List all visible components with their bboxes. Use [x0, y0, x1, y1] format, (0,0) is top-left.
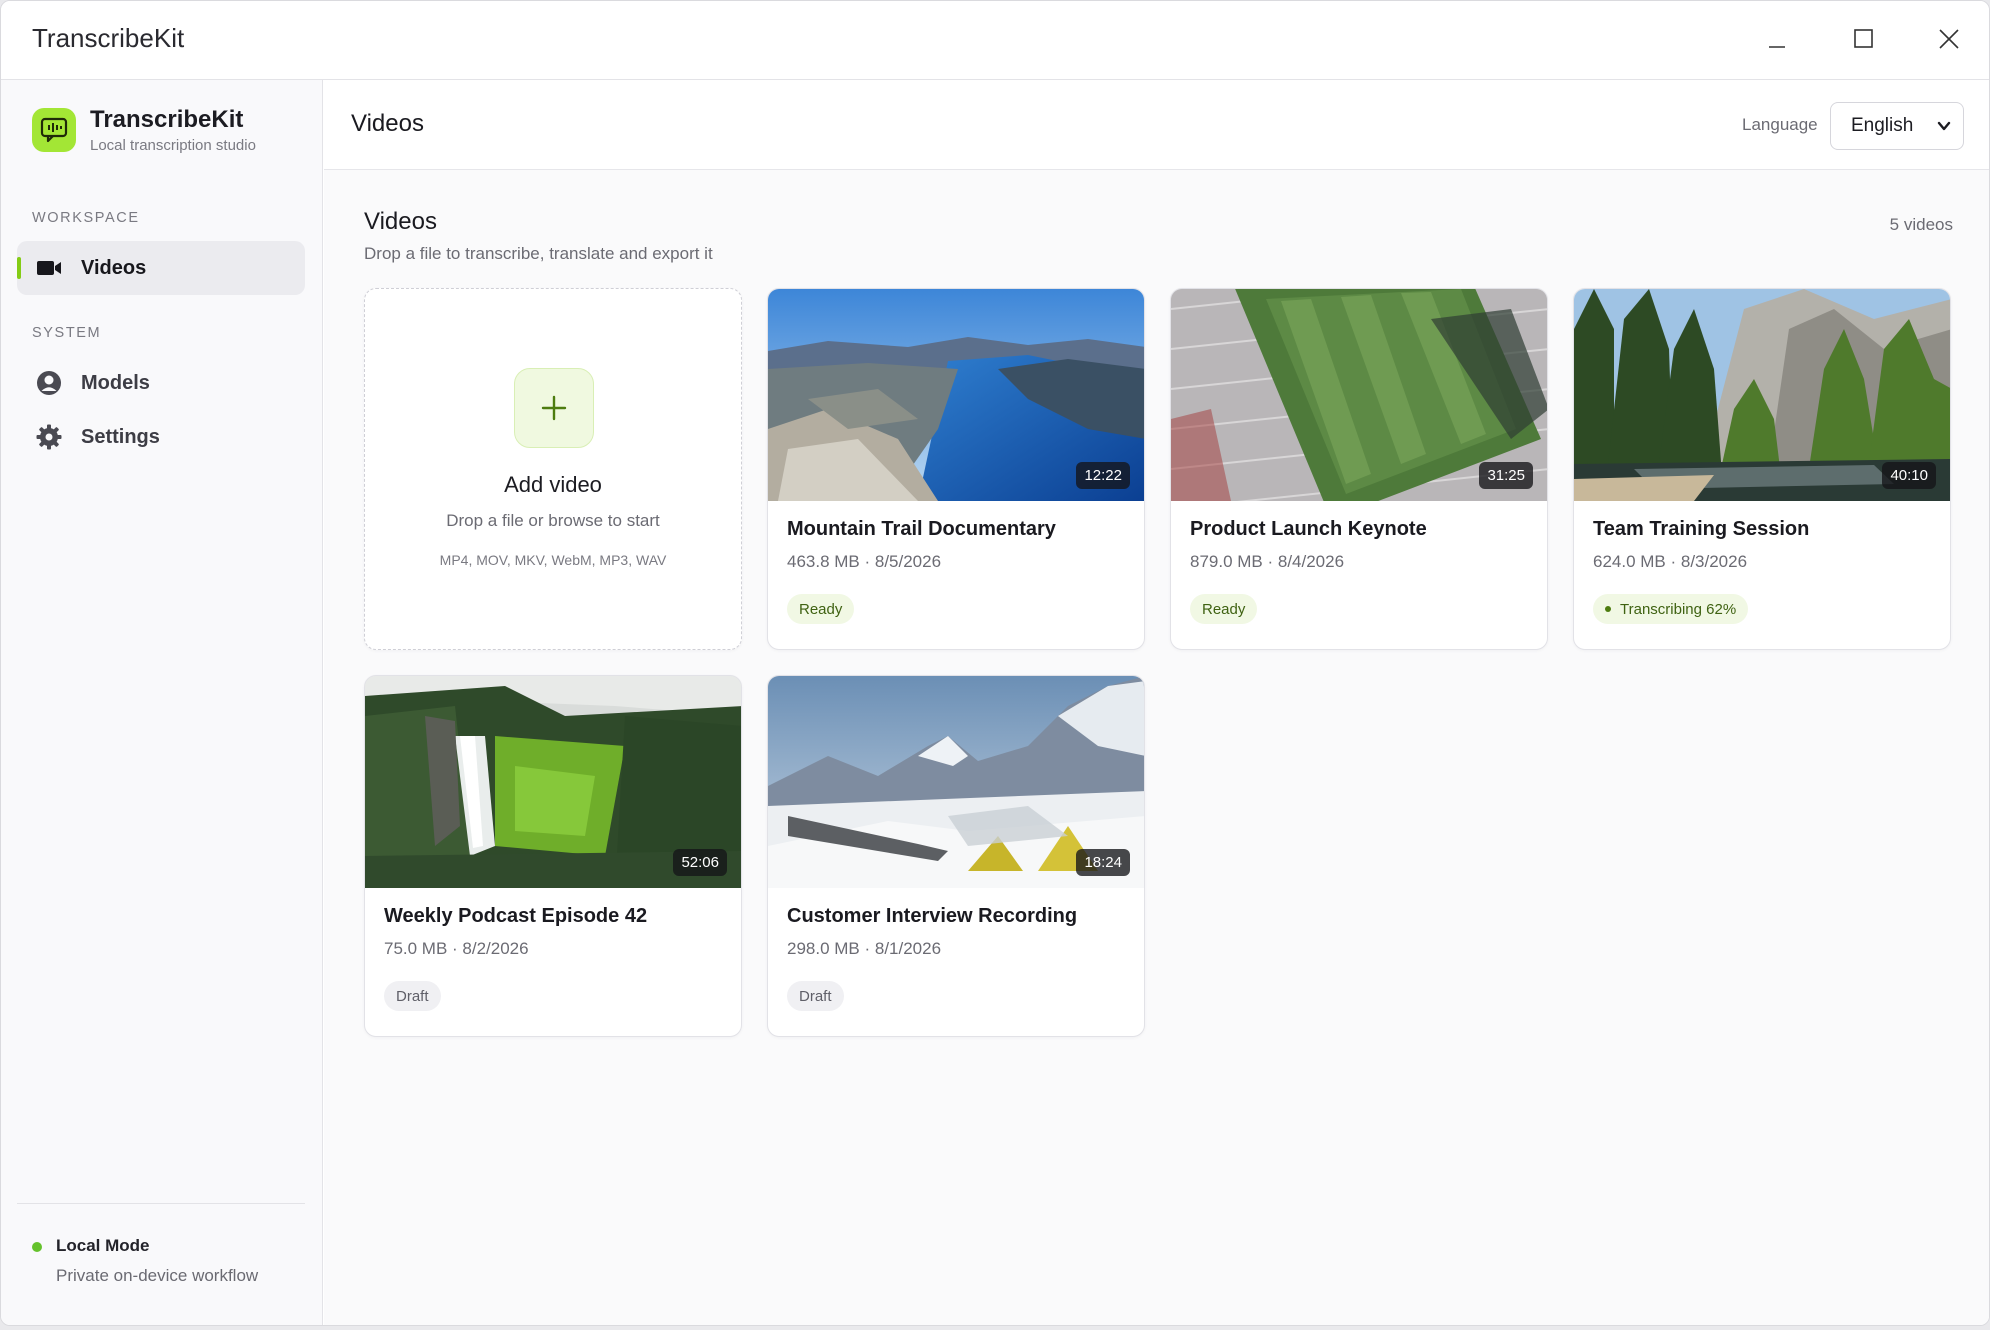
status-badge: Transcribing 62%: [1593, 594, 1749, 624]
sidebar-item-label: Models: [81, 371, 150, 394]
close-icon: [1939, 29, 1959, 49]
content-area: Videos Drop a file to transcribe, transl…: [324, 170, 1989, 1325]
brand: TranscribeKit Local transcription studio: [32, 106, 256, 154]
minimize-icon: [1769, 46, 1785, 48]
plus-icon: [541, 395, 567, 421]
sidebar-item-label: Settings: [81, 425, 160, 448]
maximize-icon: [1854, 29, 1873, 48]
add-video-dropzone[interactable]: Add video Drop a file or browse to start…: [364, 288, 742, 650]
status-badge: Ready: [787, 594, 855, 624]
video-title: Team Training Session: [1593, 518, 1810, 540]
app-window: TranscribeKit TranscribeKit Local transc…: [0, 0, 1990, 1326]
video-title: Weekly Podcast Episode 42: [384, 905, 648, 927]
duration-badge: 52:06: [673, 849, 727, 876]
local-mode-title: Local Mode: [56, 1236, 150, 1255]
add-video-subtitle: Drop a file or browse to start: [446, 511, 660, 530]
sidebar-item-models[interactable]: Models: [17, 356, 305, 410]
status-badge: Draft: [787, 981, 844, 1011]
maximize-button[interactable]: [1835, 15, 1891, 63]
video-thumbnail: 18:24: [768, 676, 1144, 888]
chevron-down-icon: [1937, 121, 1951, 131]
video-meta: 75.0 MB · 8/2/2026: [384, 939, 529, 958]
duration-badge: 12:22: [1076, 462, 1130, 489]
video-card[interactable]: 31:25 Product Launch Keynote 879.0 MB · …: [1170, 288, 1548, 650]
video-title: Mountain Trail Documentary: [787, 518, 1056, 540]
video-meta: 879.0 MB · 8/4/2026: [1190, 552, 1345, 571]
video-camera-icon: [35, 254, 63, 282]
video-card[interactable]: 52:06 Weekly Podcast Episode 42 75.0 MB …: [364, 675, 742, 1037]
duration-badge: 18:24: [1076, 849, 1130, 876]
brand-subtitle: Local transcription studio: [90, 137, 256, 154]
add-video-title: Add video: [504, 472, 602, 497]
video-title: Customer Interview Recording: [787, 905, 1078, 927]
video-card[interactable]: 18:24 Customer Interview Recording 298.0…: [767, 675, 1145, 1037]
duration-badge: 31:25: [1479, 462, 1533, 489]
close-button[interactable]: [1921, 15, 1977, 63]
video-thumbnail: 12:22: [768, 289, 1144, 501]
app-logo: [32, 108, 76, 152]
gear-icon: [35, 423, 63, 451]
sidebar-divider: [17, 1203, 305, 1204]
page-header: Videos Language English: [324, 80, 1989, 170]
video-thumbnail: 40:10: [1574, 289, 1950, 501]
status-badge: Draft: [384, 981, 441, 1011]
page-title: Videos: [351, 110, 424, 137]
minimize-button[interactable]: [1749, 15, 1805, 63]
add-video-button[interactable]: [514, 368, 594, 448]
language-value: English: [1851, 115, 1914, 136]
video-title: Product Launch Keynote: [1190, 518, 1427, 540]
video-count: 5 videos: [1889, 215, 1953, 234]
sidebar-item-settings[interactable]: Settings: [17, 410, 305, 464]
video-meta: 463.8 MB · 8/5/2026: [787, 552, 942, 571]
sidebar-item-videos[interactable]: Videos: [17, 241, 305, 295]
brand-name: TranscribeKit: [90, 106, 244, 133]
supported-formats: MP4, MOV, MKV, WebM, MP3, WAV: [439, 552, 667, 568]
user-circle-icon: [35, 369, 63, 397]
language-label: Language: [1742, 115, 1818, 134]
title-bar: TranscribeKit: [1, 1, 1989, 80]
language-select[interactable]: English: [1830, 102, 1964, 150]
video-thumbnail: 31:25: [1171, 289, 1547, 501]
speech-bubble-waveform-icon: [40, 117, 68, 143]
status-dot-icon: [32, 1242, 42, 1252]
video-card[interactable]: 12:22 Mountain Trail Documentary 463.8 M…: [767, 288, 1145, 650]
video-thumbnail: 52:06: [365, 676, 741, 888]
progress-dot-icon: [1605, 606, 1611, 612]
status-badge-label: Transcribing 62%: [1620, 600, 1737, 618]
sidebar: TranscribeKit Local transcription studio…: [1, 80, 323, 1325]
workspace-section-label: WORKSPACE: [32, 210, 140, 226]
window-title: TranscribeKit: [32, 23, 185, 53]
duration-badge: 40:10: [1882, 462, 1936, 489]
video-meta: 624.0 MB · 8/3/2026: [1593, 552, 1748, 571]
system-section-label: SYSTEM: [32, 325, 102, 341]
video-card[interactable]: 40:10 Team Training Session 624.0 MB · 8…: [1573, 288, 1951, 650]
section-subtitle: Drop a file to transcribe, translate and…: [364, 244, 713, 263]
video-meta: 298.0 MB · 8/1/2026: [787, 939, 942, 958]
main-area: Videos Language English Videos Drop a fi…: [324, 80, 1989, 1325]
local-mode-subtitle: Private on-device workflow: [56, 1266, 259, 1285]
section-title: Videos: [364, 208, 437, 235]
status-badge: Ready: [1190, 594, 1258, 624]
sidebar-item-label: Videos: [81, 256, 147, 279]
